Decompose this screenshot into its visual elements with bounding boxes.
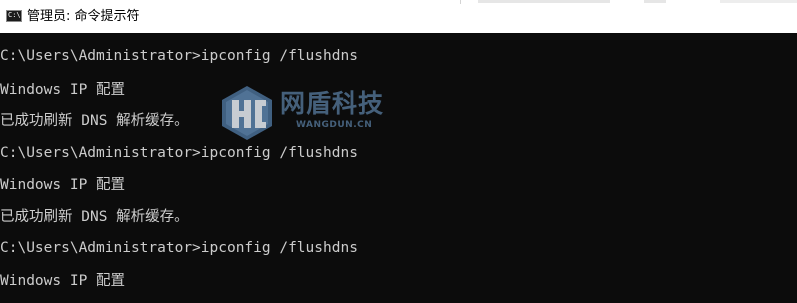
cmd-icon-glyph: C:\.	[8, 11, 25, 19]
console-line: C:\Users\Administrator>ipconfig /flushdn…	[0, 48, 358, 64]
console-line: 已成功刷新 DNS 解析缓存。	[0, 209, 189, 225]
console-output[interactable]: C:\Users\Administrator>ipconfig /flushdn…	[0, 33, 797, 303]
background-window-edge	[720, 0, 797, 3]
window-title: 管理员: 命令提示符	[27, 9, 140, 24]
background-window-edge	[644, 0, 666, 3]
background-window-edge	[460, 0, 461, 4]
console-line: C:\Users\Administrator>ipconfig /flushdn…	[0, 145, 358, 161]
watermark: 网盾科技 WANGDUN.CN	[218, 84, 398, 144]
console-line: Windows IP 配置	[0, 82, 126, 98]
cmd-console-icon[interactable]: C:\.	[6, 10, 25, 22]
console-line: C:\Users\Administrator>ipconfig /flushdn…	[0, 240, 358, 256]
watermark-name-en: WANGDUN.CN	[296, 120, 373, 130]
title-bar[interactable]: C:\. 管理员: 命令提示符	[0, 0, 797, 33]
command-prompt-window: C:\. 管理员: 命令提示符 C:\Users\Administrator>i…	[0, 0, 797, 303]
console-line: 已成功刷新 DNS 解析缓存。	[0, 113, 189, 129]
console-line: Windows IP 配置	[0, 177, 126, 193]
wangdun-logo-icon	[222, 86, 272, 140]
console-line: Windows IP 配置	[0, 273, 126, 289]
watermark-name-cn: 网盾科技	[280, 89, 385, 118]
background-window-edge	[478, 0, 610, 3]
